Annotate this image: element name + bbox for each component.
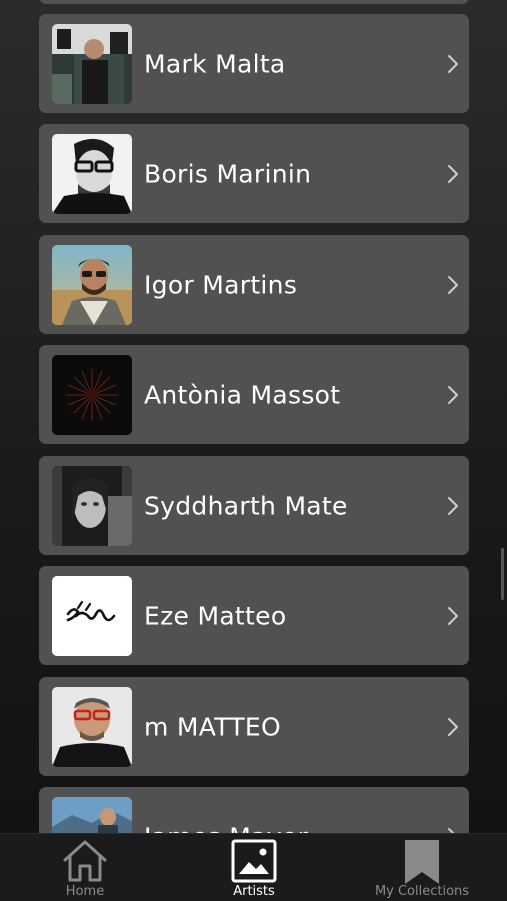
- artist-row[interactable]: Antònia Massot: [39, 345, 469, 444]
- artist-avatar: [52, 466, 132, 546]
- tab-my-collections-label: My Collections: [374, 884, 470, 899]
- artist-name: James Mayer: [144, 822, 308, 833]
- bookmark-icon: [405, 840, 439, 884]
- artist-list[interactable]: Mark Malta Boris Marinin Igor Martins An…: [0, 0, 507, 833]
- artist-row[interactable]: Eze Matteo: [39, 566, 469, 665]
- artist-row[interactable]: Boris Marinin: [39, 124, 469, 223]
- chevron-right-icon: [448, 54, 458, 73]
- tab-home-label: Home: [65, 884, 105, 899]
- artist-row[interactable]: Mark Malta: [39, 14, 469, 113]
- artist-avatar: [52, 576, 132, 656]
- artist-row[interactable]: Igor Martins: [39, 235, 469, 334]
- artist-avatar: [52, 245, 132, 325]
- chevron-right-icon: [448, 496, 458, 515]
- artist-name: Eze Matteo: [144, 601, 287, 630]
- list-item-partial-top[interactable]: [39, 0, 469, 4]
- artist-avatar: [52, 355, 132, 435]
- home-icon: [63, 840, 107, 882]
- artist-name: Igor Martins: [144, 270, 298, 299]
- artist-avatar: [52, 134, 132, 214]
- artist-name: Mark Malta: [144, 49, 286, 78]
- chevron-right-icon: [448, 606, 458, 625]
- tab-my-collections[interactable]: My Collections: [347, 834, 497, 901]
- artist-row[interactable]: Syddharth Mate: [39, 456, 469, 555]
- artist-row[interactable]: James Mayer: [39, 787, 469, 833]
- chevron-right-icon: [448, 275, 458, 294]
- tab-home[interactable]: Home: [20, 834, 150, 901]
- artist-name: Syddharth Mate: [144, 491, 348, 520]
- artist-name: Boris Marinin: [144, 159, 312, 188]
- artist-name: m MATTEO: [144, 712, 282, 741]
- artist-avatar: [52, 24, 132, 104]
- tab-bar: Home Artists My Collections: [0, 833, 507, 901]
- scrollbar[interactable]: [501, 548, 504, 600]
- artist-name: Antònia Massot: [144, 380, 341, 409]
- image-icon: [231, 839, 277, 883]
- chevron-right-icon: [448, 385, 458, 404]
- tab-artists[interactable]: Artists: [189, 834, 319, 901]
- artist-row[interactable]: m MATTEO: [39, 677, 469, 776]
- tab-artists-label: Artists: [233, 884, 275, 899]
- chevron-right-icon: [448, 717, 458, 736]
- artist-avatar: [52, 797, 132, 833]
- chevron-right-icon: [448, 164, 458, 183]
- artist-avatar: [52, 687, 132, 767]
